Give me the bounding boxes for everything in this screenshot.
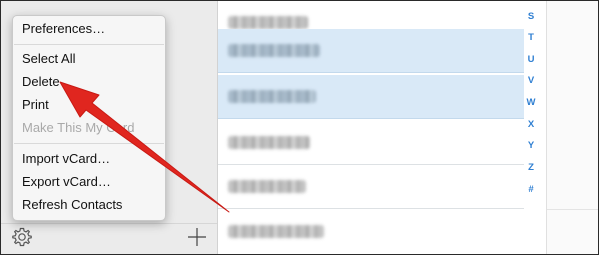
blurred-contact-name (228, 180, 306, 193)
menu-item-make-this-my-card: Make This My Card (22, 120, 135, 135)
contact-row-selected[interactable] (218, 75, 524, 119)
contact-row-selected[interactable] (218, 29, 524, 73)
menu-item-export-vcard[interactable]: Export vCard… (22, 174, 111, 190)
contact-list (218, 1, 524, 254)
menu-item-select-all[interactable]: Select All (22, 51, 75, 67)
index-letter[interactable]: Y (518, 140, 544, 151)
menu-item-import-vcard[interactable]: Import vCard… (22, 151, 110, 167)
index-letter[interactable]: V (518, 75, 544, 86)
sidebar-toolbar (1, 223, 217, 254)
menu-item-print[interactable]: Print (22, 97, 49, 113)
blurred-contact-name (228, 225, 324, 238)
index-letter[interactable]: Z (518, 162, 544, 173)
index-letter[interactable]: T (518, 32, 544, 43)
blurred-contact-name (228, 16, 308, 29)
contact-row[interactable] (218, 209, 524, 252)
settings-popup-menu: Preferences… Select All Delete Print Mak… (12, 15, 166, 221)
menu-item-preferences[interactable]: Preferences… (22, 21, 105, 37)
index-letter[interactable]: U (518, 54, 544, 65)
menu-item-delete[interactable]: Delete (22, 74, 60, 90)
contact-row[interactable] (218, 165, 524, 209)
menu-item-refresh-contacts[interactable]: Refresh Contacts (22, 197, 122, 213)
contacts-window: S T U V W X Y Z # Preferences… Select Al… (0, 0, 599, 255)
gear-icon[interactable] (11, 226, 33, 248)
contact-detail-pane (546, 1, 598, 254)
index-letter[interactable]: # (518, 184, 544, 195)
blurred-contact-name (228, 44, 320, 57)
plus-icon[interactable] (187, 227, 207, 247)
menu-separator (14, 44, 164, 45)
blurred-contact-name (228, 90, 316, 103)
contact-row[interactable] (218, 121, 524, 165)
divider (547, 209, 598, 210)
index-letter[interactable]: S (518, 11, 544, 22)
blurred-contact-name (228, 136, 310, 149)
index-letter[interactable]: W (518, 97, 544, 108)
menu-separator (14, 143, 164, 144)
index-letter[interactable]: X (518, 119, 544, 130)
alphabet-index: S T U V W X Y Z # (518, 1, 544, 211)
